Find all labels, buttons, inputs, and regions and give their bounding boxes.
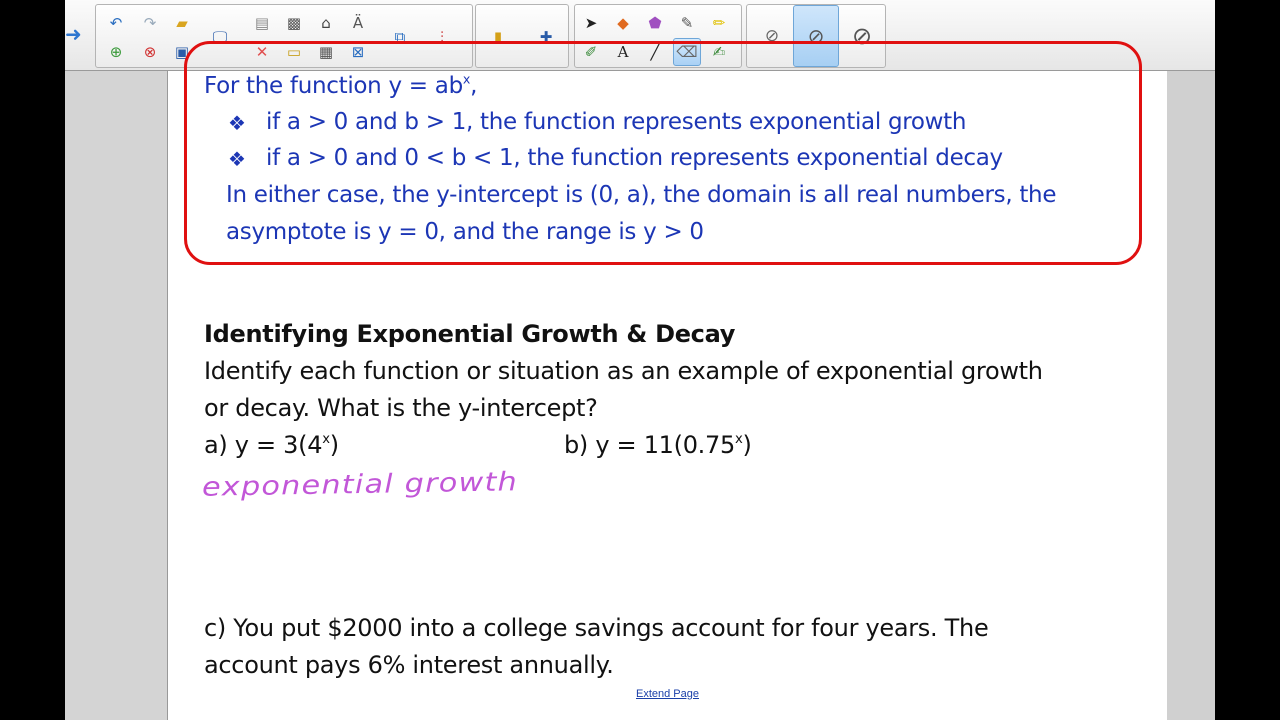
magic-pen-icon[interactable]: ✎ (673, 9, 701, 37)
redo-icon[interactable]: ↷ (136, 9, 164, 37)
instructions-line-2: or decay. What is the y-intercept? (204, 394, 598, 422)
notebook-window: ➜ ↶ ↷ ▰ ⊕ ⊗ ▣ 🖵 ▤ ▩ ⌂ Ä ✕ ▭ ▦ ⊠ ⧉ ⫶ ▮ ✚ (65, 0, 1215, 720)
paste-icon[interactable]: ▤ (248, 9, 276, 37)
right-gutter (1167, 71, 1215, 720)
handwritten-answer[interactable]: exponential growth (200, 459, 530, 519)
shapes-icon[interactable]: ⬟ (641, 9, 669, 37)
screen-capture-icon[interactable]: ▩ (280, 9, 308, 37)
arrow-right-icon[interactable]: ➜ (65, 22, 87, 48)
instructions-line-1: Identify each function or situation as a… (204, 357, 1043, 385)
problem-c-line-1: c) You put $2000 into a college savings … (204, 614, 989, 642)
problem-a: a) y = 3(4x) (204, 431, 339, 459)
box-line-4: In either case, the y-intercept is (0, a… (226, 182, 1057, 208)
document-camera-icon[interactable]: ⌂ (312, 9, 340, 37)
problem-c-line-2: account pays 6% interest annually. (204, 651, 614, 679)
spell-icon[interactable]: Ä (344, 9, 372, 37)
box-line-1-suffix: , (470, 73, 478, 99)
section-heading: Identifying Exponential Growth & Decay (204, 320, 736, 348)
whiteboard-page[interactable]: For the function y = abx, ❖ if a > 0 and… (167, 41, 1169, 720)
box-bullet-1: if a > 0 and b > 1, the function represe… (266, 109, 967, 135)
problem-a-text: a) y = 3(4 (204, 431, 323, 459)
select-icon[interactable]: ➤ (577, 9, 605, 37)
box-line-1: For the function y = abx, (204, 73, 477, 99)
bullet-diamond-icon: ❖ (228, 147, 246, 171)
handwritten-answer-text: exponential growth (202, 467, 518, 503)
highlighter-icon[interactable]: ✏ (705, 9, 733, 37)
problem-a-suffix: ) (329, 431, 339, 459)
problem-b-text: b) y = 11(0.75 (564, 431, 735, 459)
box-bullet-2: if a > 0 and 0 < b < 1, the function rep… (266, 145, 1003, 171)
problem-a-exponent: x (322, 432, 330, 448)
bullet-diamond-icon: ❖ (228, 111, 246, 135)
undo-icon[interactable]: ↶ (102, 9, 130, 37)
box-line-5: asymptote is y = 0, and the range is y >… (226, 219, 704, 245)
extend-page-link[interactable]: Extend Page (636, 688, 699, 700)
new-page-icon[interactable]: ⊕ (102, 38, 130, 66)
fill-icon[interactable]: ◆ (609, 9, 637, 37)
delete-page-icon[interactable]: ⊗ (136, 38, 164, 66)
box-line-1-exponent: x (462, 71, 471, 87)
box-line-1-text: For the function y = ab (204, 73, 463, 99)
problem-b: b) y = 11(0.75x) (564, 431, 752, 459)
problem-b-suffix: ) (742, 431, 752, 459)
open-icon[interactable]: ▰ (168, 9, 196, 37)
